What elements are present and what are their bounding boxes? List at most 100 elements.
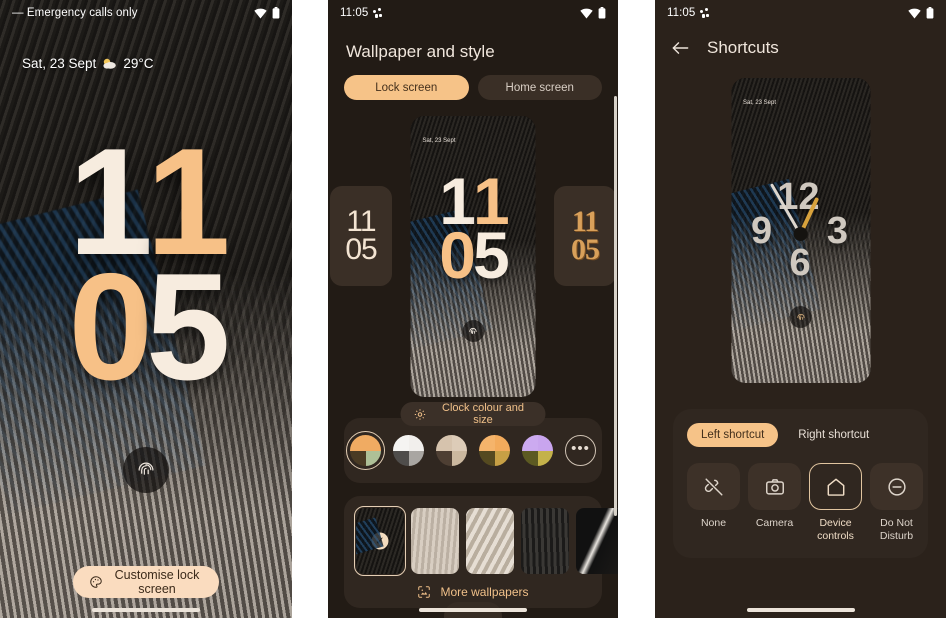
screen-tabs: Lock screen Home screen [328, 62, 618, 100]
camera-icon [748, 463, 801, 510]
swatch-lilac-olive[interactable] [518, 431, 557, 470]
partly-cloudy-icon [102, 58, 117, 70]
swatch-white-grey[interactable] [389, 431, 428, 470]
shortcut-option-do-not-disturb[interactable]: Do Not Disturb [870, 463, 923, 542]
serif-clock-minutes: 05 [571, 233, 600, 266]
screenshot-stage: — Emergency calls only Sat, 23 Sept 29°C… [0, 0, 946, 618]
check-icon: ✓ [371, 532, 389, 550]
lock-date-label: Sat, 23 Sept [22, 56, 97, 71]
colour-swatch-card: ••• [344, 418, 602, 483]
lock-status-bar: — Emergency calls only [0, 0, 292, 26]
shortcut-option-camera[interactable]: Camera [748, 463, 801, 542]
clock-minute-digit-1: 0 [68, 241, 153, 412]
shortcut-option-label: None [700, 517, 727, 529]
wallpaper-cream-petal[interactable] [466, 508, 514, 574]
preview-clock-minutes: 0 5 [439, 218, 510, 293]
page-title: Wallpaper and style [346, 42, 495, 61]
wifi-icon [580, 8, 593, 19]
clock-style-card-left[interactable]: 11 05 [330, 186, 392, 286]
swatch-orange-gold[interactable] [475, 431, 514, 470]
page-title: Shortcuts [707, 38, 779, 57]
serif-clock-hours: 11 [571, 204, 599, 238]
lock-clock: 1 1 0 5 [0, 126, 292, 412]
shortcut-option-none[interactable]: None [687, 463, 740, 542]
status-left: — Emergency calls only [12, 7, 138, 19]
lock-screen-preview[interactable]: Sat, 23 Sept 1 1 0 5 [410, 116, 536, 397]
wallpaper-card: ✓ More wallpapers [344, 496, 618, 608]
navigation-home-bar[interactable] [419, 608, 527, 612]
wallpaper-pale-fibre[interactable] [411, 508, 459, 574]
colour-swatch-row: ••• [344, 431, 602, 470]
do-not-disturb-icon [870, 463, 923, 510]
lock-date-weather: Sat, 23 Sept 29°C [22, 56, 153, 71]
carrier-label: — Emergency calls only [12, 7, 138, 19]
lock-clock-minutes: 0 5 [68, 241, 230, 412]
wallpaper-dark-fur[interactable] [521, 508, 569, 574]
battery-icon [598, 7, 606, 19]
swatch-orange-olive[interactable] [346, 431, 385, 470]
preview-clock: 1 1 0 5 [411, 168, 536, 293]
clock-centre-hub [793, 227, 808, 241]
wifi-icon [908, 8, 921, 19]
clock-numeral-3: 3 [826, 210, 848, 252]
thin-clock-minutes: 05 [345, 233, 377, 266]
tab-left-shortcut[interactable]: Left shortcut [687, 423, 779, 447]
lock-temperature-label: 29°C [123, 56, 154, 71]
clock-colour-button-label: Clock colour and size [442, 402, 524, 426]
lock-screen-panel: — Emergency calls only Sat, 23 Sept 29°C… [0, 0, 292, 618]
clock-numeral-9: 9 [751, 210, 773, 252]
back-arrow-icon[interactable] [671, 40, 690, 56]
status-time: 11:05 [340, 7, 369, 19]
wallpaper-style-panel: 11:05 Wallpaper and style Lock screen Ho… [328, 0, 618, 618]
thin-clock-hours: 11 [346, 204, 376, 238]
customise-lock-screen-button[interactable]: Customise lock screen [73, 566, 219, 598]
status-left: 11:05 [667, 7, 711, 19]
more-colours-icon: ••• [565, 435, 596, 466]
shortcuts-status-bar: 11:05 [655, 0, 946, 26]
navigation-home-bar[interactable] [746, 608, 855, 612]
wallpaper-thumbnail-row: ✓ [344, 505, 618, 577]
shortcut-option-device-controls[interactable]: Device controls [809, 463, 862, 542]
serif-clock-preview: 11 05 [571, 204, 600, 266]
status-right [254, 7, 280, 19]
shortcut-side-tabs: Left shortcut Right shortcut [673, 423, 928, 447]
home-controls-icon [809, 463, 862, 510]
no-link-icon [687, 463, 740, 510]
lock-screen-content: Sat, 23 Sept 29°C 1 1 0 5 Customise lock… [0, 0, 292, 618]
preview-minute-digit-1: 0 [439, 218, 476, 293]
swatch-more-button[interactable]: ••• [561, 431, 600, 470]
wallpaper-status-bar: 11:05 [328, 0, 618, 26]
shortcut-option-label: Device controls [817, 517, 854, 542]
analog-clock: 12 3 6 9 [731, 78, 870, 383]
tab-home-screen[interactable]: Home screen [477, 75, 602, 100]
lock-screen-preview[interactable]: Sat, 23 Sept 12 3 6 9 [731, 78, 870, 383]
shortcut-selection-card: Left shortcut Right shortcut None Camera… [673, 409, 928, 559]
image-frame-icon [417, 585, 431, 599]
wallpaper-black-white-streak[interactable] [576, 508, 618, 574]
battery-icon [926, 7, 934, 19]
tab-lock-screen[interactable]: Lock screen [344, 75, 469, 100]
shortcut-option-label: Camera [755, 517, 794, 529]
fingerprint-icon[interactable] [123, 447, 169, 493]
gear-icon [414, 408, 427, 421]
status-time: 11:05 [667, 7, 696, 19]
status-left: 11:05 [340, 7, 384, 19]
fingerprint-icon [462, 320, 484, 342]
more-wallpapers-label: More wallpapers [440, 585, 529, 599]
clock-style-carousel[interactable]: 11 05 Sat, 23 Sept 1 1 0 5 11 05 Clock c… [328, 116, 618, 426]
more-wallpapers-button[interactable]: More wallpapers [344, 574, 602, 599]
vertical-scrollbar[interactable] [614, 96, 617, 516]
clock-numeral-6: 6 [789, 242, 811, 284]
customise-button-label: Customise lock screen [114, 568, 200, 596]
navigation-home-bar[interactable] [92, 608, 200, 612]
preview-minute-digit-2: 5 [473, 218, 510, 293]
clock-colour-and-size-button[interactable]: Clock colour and size [400, 402, 546, 426]
battery-icon [272, 7, 280, 19]
tab-right-shortcut[interactable]: Right shortcut [784, 423, 883, 447]
shortcuts-header: Shortcuts [655, 26, 946, 58]
clock-style-card-right[interactable]: 11 05 [554, 186, 616, 286]
shortcuts-panel: 11:05 Shortcuts Sat, 23 Sept 12 3 6 9 Le… [655, 0, 946, 618]
wallpaper-feather-blue[interactable]: ✓ [353, 505, 407, 577]
swatch-beige-brown[interactable] [432, 431, 471, 470]
notification-dots-icon [373, 7, 384, 19]
